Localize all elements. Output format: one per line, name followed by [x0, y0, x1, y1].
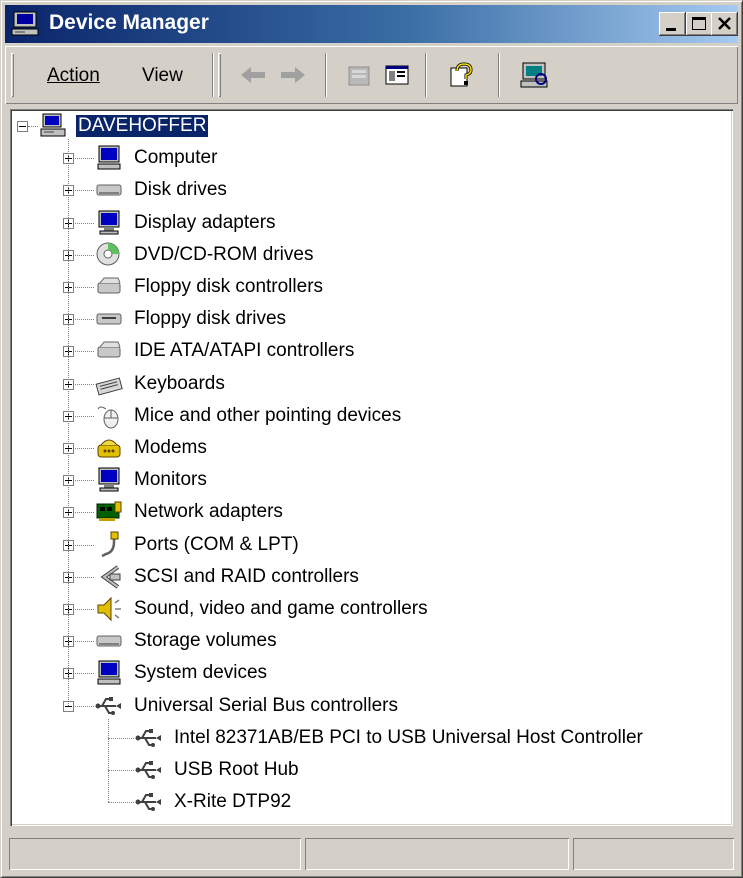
- storage-volume-icon: [94, 626, 124, 656]
- menu-view-label: View: [142, 65, 183, 86]
- help-icon: [450, 62, 473, 87]
- cdrom-icon: [94, 240, 124, 270]
- tree-item-label: USB Root Hub: [174, 759, 299, 780]
- system-device-icon: [94, 658, 124, 688]
- scan-hardware-button[interactable]: [519, 59, 551, 91]
- tree-connector-line: [108, 770, 134, 771]
- folder-up-icon: [348, 66, 370, 86]
- keyboard-icon: [94, 369, 124, 399]
- tree-item-label: Network adapters: [134, 501, 283, 523]
- menu-view[interactable]: View: [142, 65, 183, 87]
- floppy-drive-icon: [94, 304, 124, 334]
- forward-button[interactable]: [277, 59, 309, 91]
- toolbar-separator: [498, 53, 500, 97]
- tree-connector-line: [68, 139, 69, 706]
- window-title: Device Manager: [49, 11, 209, 34]
- tree-item-label: DVD/CD-ROM drives: [134, 243, 314, 265]
- show-hide-tree-button[interactable]: [381, 59, 413, 91]
- back-button[interactable]: [237, 59, 269, 91]
- usb-icon: [134, 723, 164, 753]
- display-adapter-icon: [94, 208, 124, 238]
- status-panel: [9, 838, 301, 870]
- status-panel: [305, 838, 569, 870]
- tree-connector-line: [108, 718, 109, 803]
- disk-drive-icon: [94, 175, 124, 205]
- tree-item-label: Sound, video and game controllers: [134, 598, 428, 619]
- tree-connector-line: [108, 802, 134, 804]
- device-tree[interactable]: DAVEHOFFER Computer Disk drives Display ada…: [10, 109, 733, 826]
- tree-item-label: Mice and other pointing devices: [134, 404, 402, 426]
- monitor-icon: [94, 465, 124, 495]
- network-adapter-icon: [94, 497, 124, 527]
- scan-hardware-icon: [520, 62, 548, 88]
- tree-item-label: Ports (COM & LPT): [134, 533, 299, 555]
- tree-item-label: X-Rite DTP92: [174, 791, 292, 813]
- toolbar-grip[interactable]: [11, 53, 14, 97]
- tree-item-label: Monitors: [134, 469, 207, 491]
- tree-connector-line: [108, 737, 134, 739]
- tree-item-label: Floppy disk drives: [134, 308, 287, 330]
- title-bar[interactable]: Device Manager: [5, 5, 738, 43]
- usb-icon: [134, 755, 164, 785]
- ide-controller-icon: [94, 336, 124, 366]
- tree-item-label: Display adapters: [134, 211, 276, 233]
- console-tree-icon: [385, 65, 409, 85]
- toolbar-separator: [425, 53, 427, 97]
- toolbar: Action View: [5, 46, 738, 104]
- status-bar: [5, 834, 738, 874]
- toolbar-separator: [325, 53, 327, 97]
- close-button[interactable]: [711, 12, 738, 36]
- port-icon: [94, 530, 124, 560]
- tree-item-label: Floppy disk controllers: [134, 276, 324, 297]
- computer-icon: [94, 143, 124, 173]
- tree-item-label: Storage volumes: [134, 630, 277, 652]
- toolbar-grip[interactable]: [218, 53, 221, 97]
- status-panel: [573, 838, 734, 870]
- mouse-icon: [94, 401, 124, 431]
- forward-arrow-icon: [281, 67, 305, 83]
- menu-action-label: Action: [47, 65, 100, 86]
- help-button[interactable]: [446, 59, 478, 91]
- sound-icon: [94, 594, 124, 624]
- tree-item-label: IDE ATA/ATAPI controllers: [134, 340, 355, 362]
- toolbar-separator: [212, 53, 214, 97]
- tree-item-label: Modems: [134, 437, 207, 458]
- tree-item-label: System devices: [134, 662, 268, 684]
- maximize-button[interactable]: [686, 12, 713, 36]
- floppy-controller-icon: [94, 272, 124, 302]
- tree-item-label: Universal Serial Bus controllers: [134, 694, 398, 716]
- tree-item-label: Intel 82371AB/EB PCI to USB Universal Ho…: [174, 726, 643, 748]
- menu-action[interactable]: Action: [47, 65, 100, 87]
- scsi-icon: [94, 562, 124, 592]
- tree-item-label: Computer: [134, 147, 218, 169]
- tree-connector-line: [28, 126, 38, 127]
- root-computer-icon: [38, 111, 68, 141]
- modem-icon: [94, 433, 124, 463]
- usb-icon: [94, 691, 124, 721]
- tree-item-label: SCSI and RAID controllers: [134, 565, 359, 587]
- collapse-button[interactable]: [17, 121, 28, 132]
- minimize-button[interactable]: [659, 12, 686, 36]
- tree-item-label: DAVEHOFFER: [76, 115, 209, 137]
- device-manager-window: Device Manager Action View DAVEHOFFER Co…: [0, 0, 743, 878]
- device-manager-icon: [11, 10, 41, 38]
- usb-icon: [134, 787, 164, 817]
- tree-item-label: Disk drives: [134, 179, 227, 201]
- up-level-button[interactable]: [343, 59, 375, 91]
- tree-item-label: Keyboards: [134, 372, 225, 394]
- back-arrow-icon: [241, 67, 265, 83]
